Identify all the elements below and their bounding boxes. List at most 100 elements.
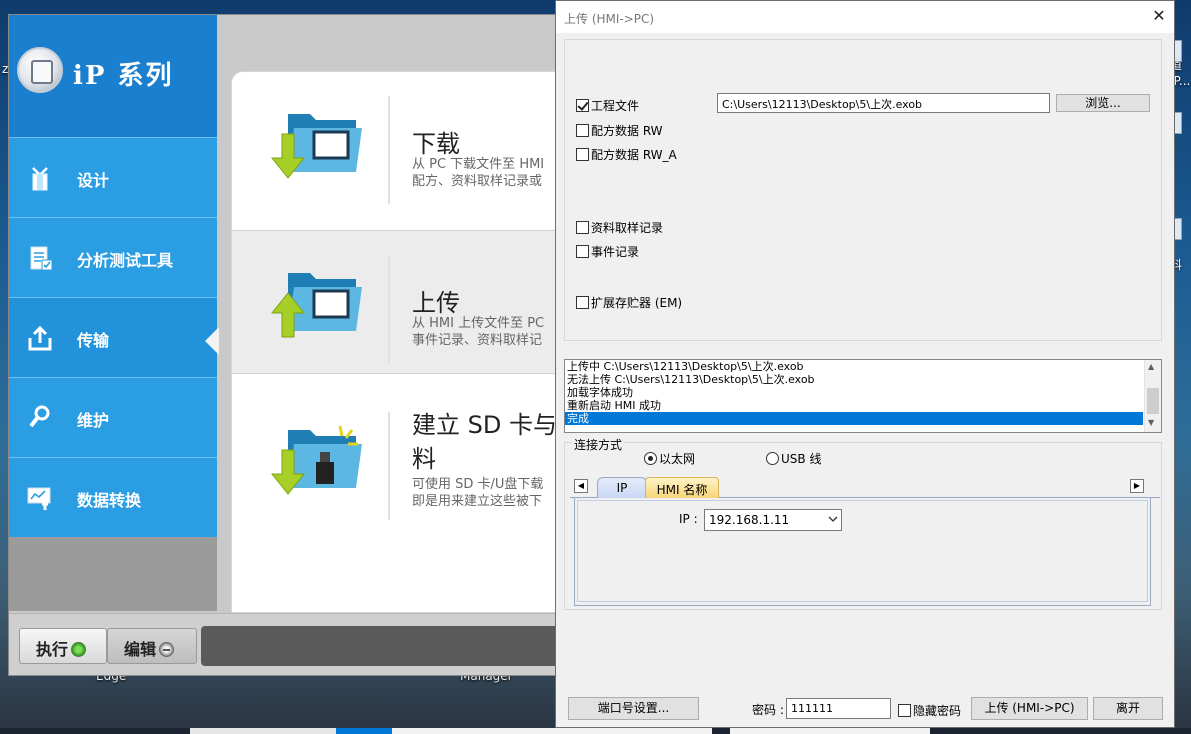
- gift-icon: [32, 167, 48, 191]
- status-bar-track: [201, 626, 555, 666]
- checkbox-icon: [576, 148, 589, 161]
- edit-button[interactable]: 编辑: [107, 628, 197, 664]
- scrollbar-thumb[interactable]: [1147, 388, 1159, 414]
- sidebar-item-design[interactable]: 设计: [9, 137, 217, 217]
- ip-address-select[interactable]: 192.168.1.11: [704, 509, 842, 531]
- checkbox-icon: [576, 296, 589, 309]
- card-description: 从 PC 下载文件至 HMI 配方、资料取样记录或: [412, 157, 545, 189]
- sidebar-item-label: 维护: [77, 411, 110, 430]
- sidebar-item-label: 传输: [77, 331, 110, 350]
- taskbar-item-active[interactable]: [336, 728, 392, 734]
- checkbox-recipe-rw-a[interactable]: 配方数据 RW_A: [576, 146, 677, 163]
- app-logo-area: iP 系列: [9, 15, 217, 137]
- app-title: iP 系列: [73, 61, 174, 91]
- password-label: 密码 :: [752, 703, 784, 717]
- radio-ethernet[interactable]: 以太网: [644, 450, 695, 467]
- sidebar-item-maintenance[interactable]: 维护: [9, 377, 217, 457]
- checkbox-label: 工程文件: [591, 99, 640, 113]
- checkbox-project-file[interactable]: 工程文件: [576, 97, 639, 114]
- sidebar-filler: [9, 537, 217, 611]
- ip-series-window: iP 系列 设计 分析测试工具 传输 维护 数据转换 下载 从 PC 下载文件至…: [8, 14, 556, 676]
- card-title: 建立 SD 卡与 料: [412, 411, 556, 473]
- browse-button[interactable]: 浏览...: [1056, 94, 1150, 112]
- card-download[interactable]: 下载 从 PC 下载文件至 HMI 配方、资料取样记录或: [232, 72, 555, 216]
- bottom-toolbar: 执行 编辑: [9, 613, 555, 675]
- taskbar-item[interactable]: [730, 728, 930, 734]
- chevron-down-icon: [828, 516, 838, 522]
- transfer-icon: [28, 325, 52, 351]
- card-divider: [388, 412, 390, 520]
- ip-address-value: 192.168.1.11: [709, 513, 790, 527]
- radio-usb[interactable]: USB 线: [766, 450, 821, 467]
- tab-hmi-name[interactable]: HMI 名称: [645, 477, 719, 498]
- log-line-selected[interactable]: 完成: [565, 412, 1143, 425]
- card-create-sd[interactable]: 建立 SD 卡与 料 可使用 SD 卡/U盘下载 即是用来建立这些被下: [232, 388, 556, 532]
- sidebar-item-data-convert[interactable]: 数据转换: [9, 457, 217, 537]
- file-path-input[interactable]: C:\Users\12113\Desktop\5\上次.exob: [717, 93, 1050, 113]
- active-nav-pointer: [205, 327, 219, 355]
- scroll-up-icon[interactable]: ▲: [1148, 362, 1154, 371]
- checkbox-icon: [576, 221, 589, 234]
- transfer-content-panel: 下载 从 PC 下载文件至 HMI 配方、资料取样记录或 上传 从 HMI 上传…: [231, 71, 556, 613]
- upload-dialog: 上传 (HMI->PC) ✕ 工程文件 C:\Users\12113\Deskt…: [555, 0, 1175, 728]
- connection-label: 连接方式: [572, 436, 625, 453]
- taskbar-item[interactable]: [392, 728, 712, 734]
- checkbox-icon: [898, 704, 911, 717]
- checkbox-recipe-rw[interactable]: 配方数据 RW: [576, 122, 663, 139]
- card-title: 上传: [412, 289, 460, 317]
- sidebar-item-label: 数据转换: [77, 491, 142, 510]
- leave-button[interactable]: 离开: [1093, 697, 1163, 720]
- checkbox-hide-password[interactable]: 隐藏密码: [898, 702, 961, 719]
- tab-ip[interactable]: IP: [597, 477, 647, 498]
- log-line: 加载字体成功: [567, 386, 633, 399]
- tab-scroll-left-icon[interactable]: ◀: [574, 479, 588, 493]
- upload-button[interactable]: 上传 (HMI->PC): [971, 697, 1088, 720]
- taskbar-item[interactable]: [190, 728, 336, 734]
- checkbox-label: 资料取样记录: [591, 221, 664, 235]
- log-line: 无法上传 C:\Users\12113\Desktop\5\上次.exob: [567, 373, 815, 386]
- run-status-icon: [71, 642, 87, 657]
- card-description: 从 HMI 上传文件至 PC 事件记录、资料取样记: [412, 316, 545, 348]
- checkbox-icon: [576, 124, 589, 137]
- checkbox-label: 事件记录: [591, 245, 640, 259]
- close-icon[interactable]: ✕: [1150, 7, 1168, 25]
- edit-label: 编辑: [124, 640, 157, 659]
- sidebar-item-label: 分析测试工具: [77, 251, 174, 270]
- dialog-title-bar: 上传 (HMI->PC) ✕: [556, 1, 1174, 33]
- dialog-title: 上传 (HMI->PC): [564, 12, 655, 26]
- edit-status-icon: [159, 642, 175, 657]
- checkbox-label: 隐藏密码: [913, 704, 962, 718]
- card-upload[interactable]: 上传 从 HMI 上传文件至 PC 事件记录、资料取样记: [232, 230, 555, 374]
- radio-icon: [766, 452, 779, 465]
- card-title: 下载: [412, 130, 460, 158]
- checkbox-extended-memory[interactable]: 扩展存贮器 (EM): [576, 294, 682, 311]
- password-input[interactable]: 111111: [786, 698, 891, 719]
- log-scrollbar[interactable]: ▲ ▼: [1144, 360, 1161, 432]
- sidebar-item-transfer[interactable]: 传输: [9, 297, 217, 377]
- ip-tab-inner: [577, 500, 1148, 602]
- checkbox-event-log[interactable]: 事件记录: [576, 243, 639, 260]
- card-divider: [388, 255, 390, 363]
- checkbox-checked-icon: [576, 99, 589, 112]
- radio-label: 以太网: [659, 452, 696, 466]
- sd-card-folder-icon: [270, 425, 362, 495]
- ip-tab-panel: [574, 498, 1151, 606]
- log-line: 上传中 C:\Users\12113\Desktop\5\上次.exob: [567, 360, 804, 373]
- wrench-icon: [29, 405, 50, 428]
- data-convert-icon: [27, 487, 51, 510]
- checkbox-label: 扩展存贮器 (EM): [591, 296, 683, 310]
- port-settings-button[interactable]: 端口号设置...: [568, 697, 699, 720]
- download-folder-icon: [270, 114, 362, 179]
- radio-label: USB 线: [781, 452, 822, 466]
- scroll-down-icon[interactable]: ▼: [1148, 418, 1154, 427]
- card-description: 可使用 SD 卡/U盘下载 即是用来建立这些被下: [412, 477, 544, 509]
- tab-scroll-right-icon[interactable]: ▶: [1130, 479, 1144, 493]
- upload-log-list[interactable]: 上传中 C:\Users\12113\Desktop\5\上次.exob 无法上…: [564, 359, 1162, 433]
- checkbox-data-sampling[interactable]: 资料取样记录: [576, 219, 663, 236]
- radio-selected-icon: [644, 452, 657, 465]
- app-logo-icon: [17, 47, 63, 93]
- sidebar-item-analysis[interactable]: 分析测试工具: [9, 217, 217, 297]
- run-button[interactable]: 执行: [19, 628, 107, 664]
- sidebar-item-label: 设计: [77, 171, 110, 190]
- checkbox-icon: [576, 245, 589, 258]
